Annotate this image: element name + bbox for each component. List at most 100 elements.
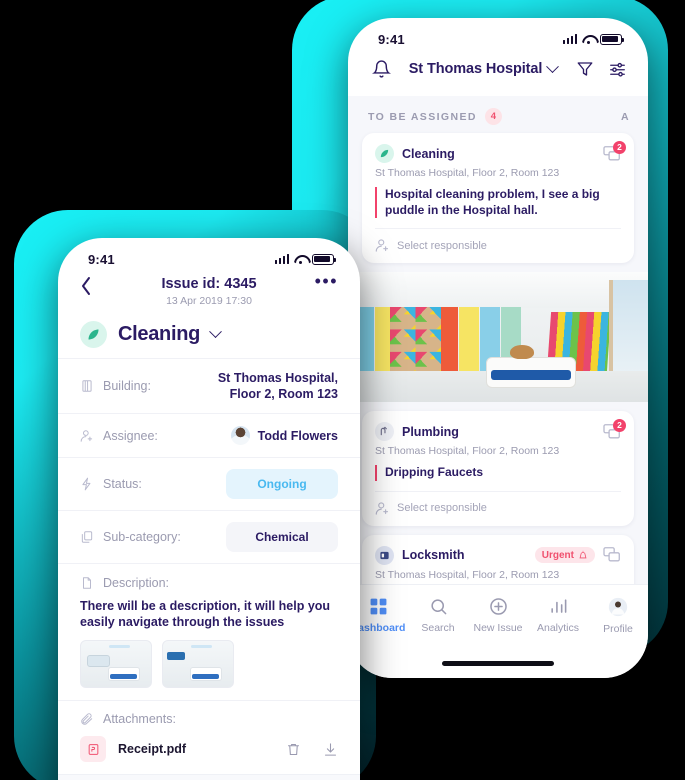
grid-dashboard-icon — [370, 598, 386, 615]
person-icon — [80, 429, 93, 442]
chat-bubbles-icon[interactable] — [603, 547, 621, 563]
card-header: Locksmith Urgent — [375, 545, 621, 565]
card-header: Plumbing 2 — [375, 418, 626, 441]
issue-detail-header: Issue id: 4345 13 Apr 2019 17:30 ••• — [58, 272, 360, 307]
card-location: St Thomas Hospital, Floor 2, Room 123 — [375, 445, 560, 457]
card-category: Cleaning — [402, 146, 455, 161]
assignee-placeholder: Select responsible — [397, 239, 487, 252]
issue-date: 13 Apr 2019 17:30 — [166, 295, 252, 307]
more-dots-icon[interactable]: ••• — [312, 272, 338, 290]
section-header-to-be-assigned: TO BE ASSIGNED 4 A — [348, 96, 648, 133]
field-building[interactable]: Building: St Thomas Hospital, Floor 2, R… — [58, 358, 360, 413]
card-category: Plumbing — [402, 424, 459, 439]
attachments-block: Attachments: Receipt.pdf — [58, 700, 360, 774]
back-button[interactable] — [80, 276, 106, 296]
leaf-cleaning-icon — [80, 321, 107, 348]
section-count-badge: 4 — [484, 108, 502, 125]
description-text: There will be a description, it will hel… — [80, 599, 331, 629]
bar-chart-analytics-icon — [550, 599, 566, 613]
description-thumbnails — [80, 640, 338, 700]
field-status[interactable]: Status: Ongoing — [58, 457, 360, 510]
field-assignee[interactable]: Assignee: Todd Flowers — [58, 413, 360, 457]
issues-list[interactable]: TO BE ASSIGNED 4 A Cleaning 2 St Thomas … — [348, 96, 648, 592]
tab-search[interactable]: Search — [408, 597, 468, 634]
chevron-down-icon — [209, 325, 222, 339]
sliders-settings-icon[interactable] — [606, 58, 628, 80]
card-header: Cleaning 2 — [375, 140, 626, 163]
status-time: 9:41 — [88, 251, 115, 267]
status-badge[interactable]: Ongoing — [226, 469, 338, 499]
building-icon — [82, 380, 92, 392]
chevron-down-icon — [546, 59, 560, 73]
tab-new-issue[interactable]: New Issue — [468, 597, 528, 634]
attachment-name: Receipt.pdf — [118, 742, 187, 756]
bottom-tab-bar: Dashboard Search New Issue Analytics Pro… — [348, 584, 648, 678]
field-label-text: Sub-category: — [103, 530, 181, 544]
leaf-cleaning-icon — [375, 144, 394, 163]
pipe-plumbing-icon — [375, 422, 394, 441]
tab-label: Analytics — [536, 622, 579, 634]
description-label-text: Description: — [103, 576, 169, 590]
field-value: Chemical — [198, 522, 338, 552]
status-bar-left: 9:41 — [58, 238, 360, 272]
issue-card-plumbing[interactable]: Plumbing 2 St Thomas Hospital, Floor 2, … — [362, 411, 634, 526]
download-icon[interactable] — [323, 742, 338, 757]
funnel-filter-icon[interactable] — [574, 58, 596, 80]
status-badge-urgent: Urgent — [534, 547, 595, 563]
hospital-selector[interactable]: St Thomas Hospital — [402, 59, 564, 77]
issue-photo-card[interactable] — [348, 272, 648, 402]
field-label: Sub-category: — [80, 530, 198, 544]
field-label-text: Assignee: — [103, 428, 158, 443]
chat-count-badge: 2 — [613, 140, 626, 154]
cellular-bars-icon — [562, 34, 577, 44]
thumbnail-image[interactable] — [162, 640, 234, 688]
issue-card-cleaning[interactable]: Cleaning 2 St Thomas Hospital, Floor 2, … — [362, 133, 634, 263]
card-location: St Thomas Hospital, Floor 2, Room 123 — [375, 167, 560, 179]
attachment-row[interactable]: Receipt.pdf — [80, 736, 338, 762]
screenshot-canvas: 9:41 St Thomas Hospital TO BE ASSIGNED 4… — [0, 0, 685, 780]
trash-icon[interactable] — [286, 742, 301, 757]
category-selector[interactable]: Cleaning — [58, 307, 360, 358]
dashboard-header: St Thomas Hospital — [348, 52, 648, 96]
card-actions: Urgent — [534, 547, 621, 563]
wifi-icon — [294, 254, 307, 264]
issue-title-block: Issue id: 4345 13 Apr 2019 17:30 — [106, 276, 312, 307]
next-section-label: A — [621, 110, 630, 123]
field-value: Ongoing — [198, 469, 338, 499]
card-location: St Thomas Hospital, Floor 2, Room 123 — [375, 568, 560, 581]
attachments-label: Attachments: — [80, 712, 338, 726]
alarm-bell-icon — [579, 550, 587, 559]
chevron-left-icon — [82, 277, 90, 295]
bell-icon[interactable] — [370, 58, 392, 80]
tab-analytics[interactable]: Analytics — [528, 597, 588, 634]
document-icon — [83, 577, 91, 589]
card-assignee-row[interactable]: Select responsible — [375, 490, 621, 516]
chat-bubbles-icon[interactable]: 2 — [603, 140, 626, 162]
card-description: Dripping Faucets — [375, 465, 621, 481]
thumbnail-image[interactable] — [80, 640, 152, 688]
field-subcategory[interactable]: Sub-category: Chemical — [58, 510, 360, 563]
urgent-label: Urgent — [541, 549, 574, 561]
tab-label: Search — [421, 622, 455, 634]
tab-label: New Issue — [473, 622, 523, 634]
card-actions: 2 — [603, 140, 626, 162]
card-category: Locksmith — [402, 548, 465, 562]
cellular-bars-icon — [274, 254, 289, 264]
add-person-icon — [375, 501, 389, 515]
card-assignee-row[interactable]: Select responsible — [375, 228, 621, 253]
field-label-text: Building: — [103, 379, 151, 393]
plus-circle-icon — [489, 598, 507, 615]
add-person-icon — [375, 239, 389, 252]
chat-bubbles-icon[interactable]: 2 — [603, 418, 626, 440]
description-label: Description: — [80, 576, 338, 590]
field-label: Status: — [80, 477, 198, 491]
assignee-name: Todd Flowers — [257, 428, 338, 443]
section-label: TO BE ASSIGNED — [368, 110, 477, 123]
chat-count-badge: 2 — [613, 418, 626, 432]
field-label-text: Status: — [103, 477, 142, 491]
avatar — [230, 426, 250, 445]
tab-label: Profile — [603, 623, 633, 635]
subcategory-badge[interactable]: Chemical — [226, 522, 338, 552]
field-value: St Thomas Hospital, Floor 2, Room 123 — [217, 371, 338, 401]
tab-profile[interactable]: Profile — [588, 597, 648, 635]
